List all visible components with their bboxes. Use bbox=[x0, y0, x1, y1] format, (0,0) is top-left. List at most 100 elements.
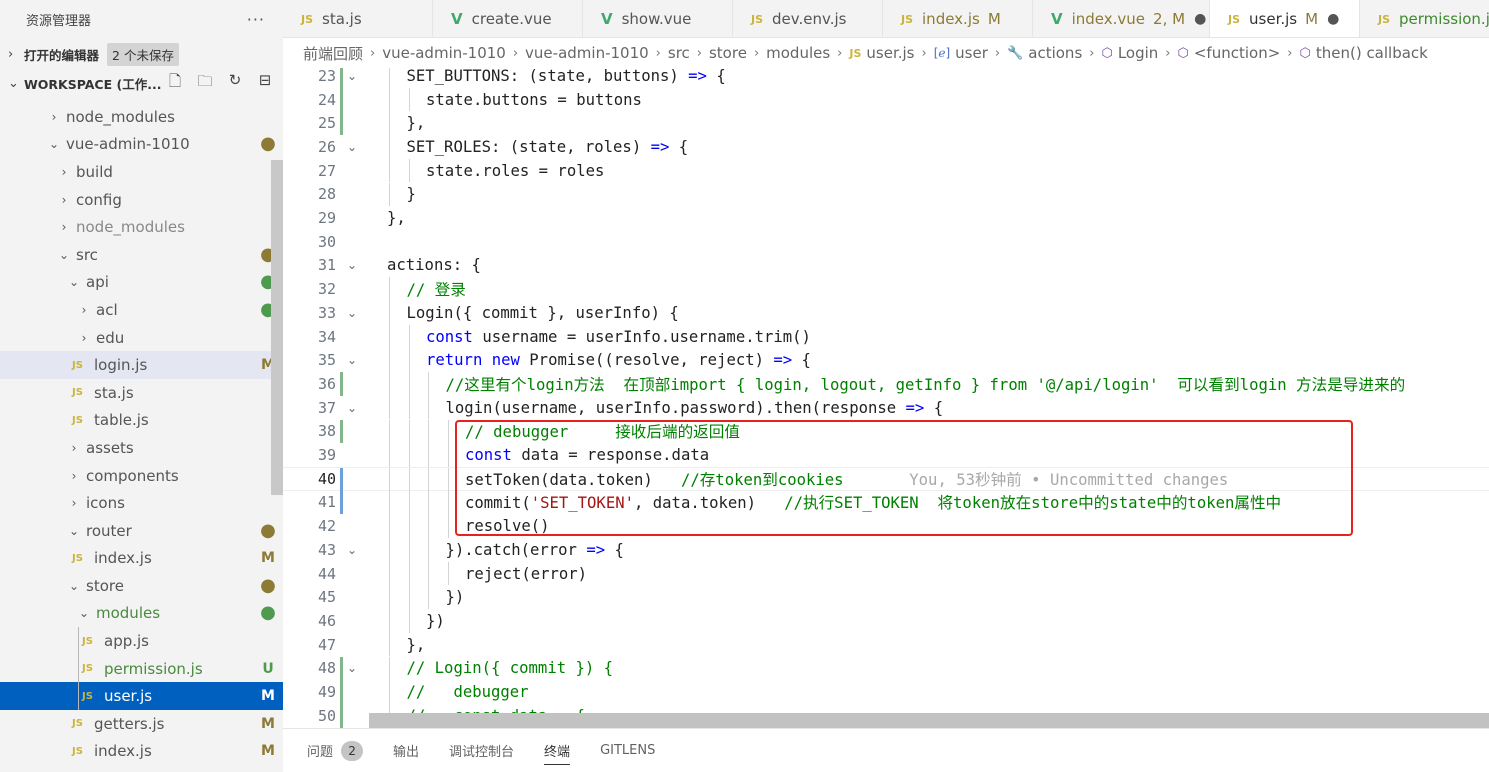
line-number: 41 bbox=[317, 493, 336, 512]
tab-index-js[interactable]: JS index.js M bbox=[883, 0, 1033, 37]
folder-item[interactable]: › acl ● bbox=[0, 296, 283, 324]
fold-chevron-icon[interactable]: ⌄ bbox=[336, 543, 368, 557]
git-gutter-marker[interactable] bbox=[340, 656, 343, 681]
indent-guide bbox=[408, 395, 410, 420]
folder-item[interactable]: ⌄ router ● bbox=[0, 517, 283, 545]
tab-sta-js[interactable]: JS sta.js bbox=[283, 0, 433, 37]
file-item[interactable]: JS login.js M bbox=[0, 351, 283, 379]
folder-item[interactable]: › assets bbox=[0, 434, 283, 462]
file-item[interactable]: JS index.js M bbox=[0, 545, 283, 573]
tab-permission-js[interactable]: JS permission.js bbox=[1360, 0, 1489, 37]
fold-chevron-icon[interactable]: ⌄ bbox=[336, 258, 368, 272]
git-gutter-marker[interactable] bbox=[340, 419, 343, 444]
chevron-down-icon: ⌄ bbox=[48, 137, 60, 152]
chevron-right-icon: › bbox=[71, 468, 77, 483]
indent-guide bbox=[428, 419, 429, 444]
file-item[interactable]: JS user.js M bbox=[0, 682, 283, 711]
tree-item-label: app.js bbox=[104, 632, 149, 651]
folder-item[interactable]: ⌄ vue-admin-1010 ● bbox=[0, 131, 283, 159]
sidebar-scrollbar[interactable] bbox=[271, 160, 283, 495]
breadcrumb-item[interactable]: JS user.js › bbox=[849, 44, 933, 62]
indent-guide bbox=[389, 348, 390, 373]
tab-create-vue[interactable]: Vcreate.vue bbox=[433, 0, 583, 37]
tab-show-vue[interactable]: Vshow.vue bbox=[583, 0, 733, 37]
workspace-section[interactable]: ⌄ WORKSPACE (工作... 🗋 🗀 ↻ ⊟ bbox=[0, 69, 283, 97]
file-item[interactable]: JS app.js bbox=[0, 627, 283, 655]
git-gutter-marker[interactable] bbox=[340, 490, 343, 515]
folder-item[interactable]: › icons bbox=[0, 489, 283, 517]
code-token: const bbox=[426, 327, 473, 346]
git-gutter-marker[interactable] bbox=[340, 111, 343, 136]
panel-tab-3[interactable]: 终端 bbox=[544, 729, 571, 772]
tab-index-vue[interactable]: Vindex.vue 2, M ● bbox=[1033, 0, 1210, 37]
method-cube-icon: ⬡ bbox=[1299, 45, 1311, 61]
code-text: SET_ROLES: (state, roles) => { bbox=[407, 138, 689, 156]
git-gutter-marker[interactable] bbox=[340, 703, 343, 728]
tree-item-label: edu bbox=[96, 328, 125, 347]
breadcrumb-item[interactable]: src › bbox=[668, 44, 709, 62]
breadcrumb-item[interactable]: vue-admin-1010 › bbox=[382, 44, 525, 62]
panel-tab-0[interactable]: 问题 2 bbox=[307, 729, 364, 772]
code-text: //这里有个login方法 在顶部import { login, logout,… bbox=[446, 373, 1406, 395]
horizontal-scrollbar[interactable] bbox=[369, 713, 1489, 728]
tree-item-label: api bbox=[86, 273, 109, 292]
code-token: }, bbox=[387, 209, 406, 228]
code-line: 32 // 登录 bbox=[283, 277, 1489, 301]
git-gutter-marker[interactable] bbox=[340, 68, 343, 88]
tree-item-label: acl bbox=[96, 300, 118, 319]
more-actions-icon[interactable]: ··· bbox=[247, 10, 265, 29]
refresh-icon[interactable]: ↻ bbox=[225, 71, 245, 96]
breadcrumb-item[interactable]: modules › bbox=[766, 44, 849, 62]
open-editors-section[interactable]: › 打开的编辑器 2 个未保存 bbox=[0, 40, 283, 68]
folder-item[interactable]: › build bbox=[0, 158, 283, 186]
tab-dev-env-js[interactable]: JS dev.env.js bbox=[733, 0, 883, 37]
fold-chevron-icon[interactable]: ⌄ bbox=[336, 140, 368, 154]
file-item[interactable]: JS sta.js bbox=[0, 379, 283, 407]
breadcrumb-item[interactable]: 🔧 actions › bbox=[1007, 44, 1101, 62]
new-file-icon[interactable]: 🗋 bbox=[165, 71, 185, 96]
unsaved-dot-icon[interactable]: ● bbox=[1194, 11, 1206, 27]
indent-guide bbox=[447, 514, 449, 538]
panel-tab-4[interactable]: GITLENS bbox=[600, 729, 655, 772]
fold-chevron-icon[interactable]: ⌄ bbox=[336, 401, 368, 415]
breadcrumb-item[interactable]: store › bbox=[709, 44, 766, 62]
line-number: 33 bbox=[317, 303, 336, 322]
unsaved-dot-icon[interactable]: ● bbox=[1327, 11, 1339, 27]
code-editor[interactable]: 23 ⌄ SET_BUTTONS: (state, buttons) => {24 s… bbox=[283, 68, 1489, 728]
git-gutter-marker[interactable] bbox=[340, 87, 343, 112]
new-folder-icon[interactable]: 🗀 bbox=[195, 71, 215, 96]
file-item[interactable]: JS index.js M bbox=[0, 738, 283, 766]
git-gutter-marker[interactable] bbox=[340, 467, 343, 492]
collapse-all-icon[interactable]: ⊟ bbox=[255, 71, 275, 96]
folder-item[interactable]: › components bbox=[0, 462, 283, 490]
code-line: 48 ⌄// Login({ commit }) { bbox=[283, 656, 1489, 681]
tab-label: user.js bbox=[1249, 10, 1298, 28]
folder-item[interactable]: ⌄ modules ● bbox=[0, 600, 283, 628]
folder-item[interactable]: › config bbox=[0, 186, 283, 214]
folder-item[interactable]: ⌄ src ● bbox=[0, 241, 283, 269]
git-gutter-marker[interactable] bbox=[340, 680, 343, 704]
breadcrumb-item[interactable]: ⬡ Login › bbox=[1101, 44, 1177, 62]
fold-chevron-icon[interactable]: ⌄ bbox=[336, 353, 368, 367]
folder-item[interactable]: ⌄ api ● bbox=[0, 269, 283, 297]
folder-item[interactable]: ⌄ store ● bbox=[0, 572, 283, 600]
file-item[interactable]: JS permission.js U bbox=[0, 655, 283, 683]
chevron-right-icon: › bbox=[655, 45, 661, 61]
panel-tab-1[interactable]: 输出 bbox=[393, 729, 419, 772]
file-item[interactable]: JS getters.js M bbox=[0, 710, 283, 738]
git-status-badge: 2, M bbox=[1153, 10, 1186, 28]
breadcrumb-item[interactable]: 前端回顾 › bbox=[303, 43, 382, 64]
folder-item[interactable]: › node_modules bbox=[0, 103, 283, 131]
git-gutter-marker[interactable] bbox=[340, 372, 343, 396]
breadcrumb-item[interactable]: ⬡ then() callback bbox=[1299, 44, 1427, 62]
breadcrumb-item[interactable]: [ℯ] user › bbox=[934, 44, 1007, 62]
folder-item[interactable]: › node_modules bbox=[0, 213, 283, 241]
breadcrumb-item[interactable]: ⬡ <function> › bbox=[1178, 44, 1300, 62]
line-number: 50 bbox=[317, 706, 336, 725]
breadcrumb-item[interactable]: vue-admin-1010 › bbox=[525, 44, 668, 62]
folder-item[interactable]: › edu bbox=[0, 324, 283, 352]
file-item[interactable]: JS table.js bbox=[0, 407, 283, 435]
panel-tab-2[interactable]: 调试控制台 bbox=[449, 729, 514, 772]
fold-chevron-icon[interactable]: ⌄ bbox=[336, 306, 368, 320]
tab-user-js[interactable]: JS user.js M ● bbox=[1210, 0, 1360, 37]
